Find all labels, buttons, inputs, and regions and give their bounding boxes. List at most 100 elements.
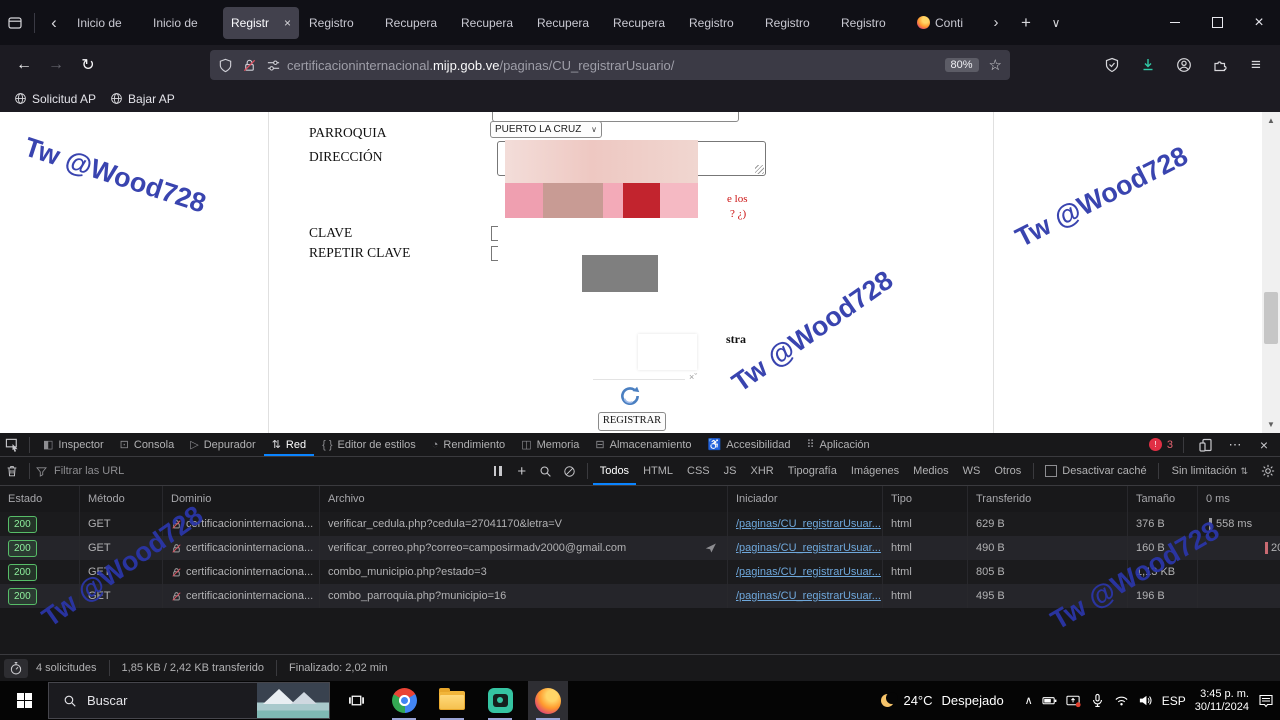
- tab-registro-2[interactable]: Registro: [681, 7, 757, 39]
- hamburger-menu-icon[interactable]: ≡: [1238, 51, 1274, 79]
- filter-pill-html[interactable]: HTML: [636, 458, 680, 485]
- filter-pill-js[interactable]: JS: [717, 458, 744, 485]
- column-header-tipo[interactable]: Tipo: [883, 486, 968, 512]
- tab-registro-1[interactable]: Registro: [301, 7, 377, 39]
- zoom-level-badge[interactable]: 80%: [945, 58, 979, 72]
- task-view-button[interactable]: [336, 681, 376, 720]
- start-button[interactable]: [0, 681, 48, 720]
- devtools-tab-editor-estilos[interactable]: { }Editor de estilos: [314, 433, 424, 456]
- devtools-tab-rendimiento[interactable]: ◔Rendimiento: [424, 433, 513, 456]
- initiator-link[interactable]: /paginas/CU_registrarUsuar...: [736, 518, 881, 530]
- network-request-row[interactable]: 200 GET certificacioninternaciona... ver…: [0, 512, 1280, 536]
- captcha-refresh-icon[interactable]: [618, 384, 642, 408]
- list-all-tabs-button[interactable]: ∨: [1041, 9, 1071, 37]
- language-indicator[interactable]: ESP: [1162, 694, 1186, 708]
- tab-registro-3[interactable]: Registro: [757, 7, 833, 39]
- taskbar-chrome-icon[interactable]: [384, 681, 424, 720]
- network-request-row[interactable]: 200 GET certificacioninternaciona... com…: [0, 584, 1280, 608]
- column-header-iniciador[interactable]: Iniciador: [728, 486, 883, 512]
- parroquia-select[interactable]: PUERTO LA CRUZ ∨: [490, 121, 602, 138]
- battery-icon[interactable]: [1042, 693, 1057, 708]
- tab-recupera-2[interactable]: Recupera: [453, 7, 529, 39]
- clave-input-clipped[interactable]: [491, 226, 498, 241]
- tab-conti[interactable]: Conti: [909, 7, 981, 39]
- tab-recupera-3[interactable]: Recupera: [529, 7, 605, 39]
- extensions-puzzle-icon[interactable]: [1202, 51, 1238, 79]
- bookmark-bajar-ap[interactable]: Bajar AP: [110, 92, 175, 106]
- devtools-close-icon[interactable]: ×: [1252, 433, 1276, 457]
- weather-temp[interactable]: 24°C: [903, 693, 932, 708]
- screen-share-icon[interactable]: [1066, 693, 1081, 708]
- devtools-tab-depurador[interactable]: ▷Depurador: [182, 433, 263, 456]
- devtools-tab-consola[interactable]: ⊡Consola: [112, 433, 183, 456]
- devtools-tab-red[interactable]: ⇅Red: [264, 433, 314, 456]
- repetir-clave-input-clipped[interactable]: [491, 246, 498, 261]
- search-requests-icon[interactable]: [534, 459, 558, 483]
- throttling-select[interactable]: Sin limitación ⇅: [1164, 465, 1256, 477]
- filter-pill-ws[interactable]: WS: [956, 458, 988, 485]
- column-header-tamano[interactable]: Tamaño: [1128, 486, 1198, 512]
- bookmark-star-icon[interactable]: ☆: [989, 56, 1002, 74]
- account-icon[interactable]: [1166, 51, 1202, 79]
- downloads-icon[interactable]: [1130, 51, 1166, 79]
- filter-pill-xhr[interactable]: XHR: [743, 458, 780, 485]
- devtools-tab-memoria[interactable]: ◫Memoria: [513, 433, 587, 456]
- devtools-menu-icon[interactable]: ⋯: [1223, 433, 1247, 457]
- back-button[interactable]: ←: [8, 50, 40, 80]
- volume-icon[interactable]: [1138, 693, 1153, 708]
- bookmark-solicitud-ap[interactable]: Solicitud AP: [14, 92, 96, 106]
- column-header-estado[interactable]: Estado: [0, 486, 80, 512]
- taskbar-capture-app-icon[interactable]: [480, 681, 520, 720]
- pick-element-icon[interactable]: [0, 433, 24, 457]
- tab-inicio-1[interactable]: Inicio de: [69, 7, 145, 39]
- network-settings-gear-icon[interactable]: [1256, 459, 1280, 483]
- filter-pill-otros[interactable]: Otros: [987, 458, 1028, 485]
- scrollbar-thumb[interactable]: [1264, 292, 1278, 344]
- wifi-icon[interactable]: [1114, 693, 1129, 708]
- initiator-link[interactable]: /paginas/CU_registrarUsuar...: [736, 566, 881, 578]
- tab-recupera-1[interactable]: Recupera: [377, 7, 453, 39]
- url-bar[interactable]: certificacioninternacional.mijp.gob.ve/p…: [210, 50, 1010, 80]
- tab-registrar-active[interactable]: Registr ×: [223, 7, 299, 39]
- taskbar-firefox-icon[interactable]: [528, 681, 568, 720]
- scroll-tabs-left-button[interactable]: ‹: [39, 9, 69, 37]
- devtools-tab-inspector[interactable]: ◧Inspector: [35, 433, 112, 456]
- tab-close-icon[interactable]: ×: [284, 16, 291, 30]
- maximize-button[interactable]: [1196, 7, 1238, 39]
- clear-requests-icon[interactable]: [0, 459, 24, 483]
- devtools-tab-almacenamiento[interactable]: ⊟Almacenamiento: [587, 433, 699, 456]
- forward-button[interactable]: →: [40, 50, 72, 80]
- page-scrollbar[interactable]: ▲ ▼: [1262, 112, 1280, 433]
- har-plus-icon[interactable]: +: [510, 459, 534, 483]
- column-header-transferido[interactable]: Transferido: [968, 486, 1128, 512]
- tray-chevron-up-icon[interactable]: ∧: [1025, 694, 1033, 707]
- filter-pill-css[interactable]: CSS: [680, 458, 717, 485]
- network-request-row[interactable]: 200 GET certificacioninternaciona... com…: [0, 560, 1280, 584]
- permissions-icon[interactable]: [266, 58, 281, 73]
- devtools-tab-aplicacion[interactable]: ⠿Aplicación: [798, 433, 877, 456]
- taskbar-explorer-icon[interactable]: [432, 681, 472, 720]
- initiator-link[interactable]: /paginas/CU_registrarUsuar...: [736, 590, 881, 602]
- microphone-icon[interactable]: [1090, 693, 1105, 708]
- new-tab-button[interactable]: +: [1011, 9, 1041, 37]
- notification-center-icon[interactable]: [1258, 693, 1274, 709]
- tab-registro-4[interactable]: Registro: [833, 7, 909, 39]
- filter-pill-todos[interactable]: Todos: [593, 458, 636, 485]
- column-header-dominio[interactable]: Dominio: [163, 486, 320, 512]
- tab-recupera-4[interactable]: Recupera: [605, 7, 681, 39]
- tab-inicio-2[interactable]: Inicio de: [145, 7, 221, 39]
- scroll-up-icon[interactable]: ▲: [1262, 116, 1280, 125]
- firefox-view-button[interactable]: [0, 9, 30, 37]
- devtools-tab-accesibilidad[interactable]: ♿Accesibilidad: [700, 433, 799, 456]
- block-requests-icon[interactable]: [558, 459, 582, 483]
- search-highlight-art[interactable]: [257, 683, 329, 718]
- filter-pill-tipografia[interactable]: Tipografía: [781, 458, 844, 485]
- taskbar-clock[interactable]: 3:45 p. m.30/11/2024: [1195, 688, 1249, 714]
- pause-traffic-icon[interactable]: [486, 459, 510, 483]
- tracking-shield-icon[interactable]: [218, 58, 233, 73]
- responsive-mode-icon[interactable]: [1194, 433, 1218, 457]
- close-button[interactable]: ×: [1238, 7, 1280, 39]
- taskbar-search[interactable]: Buscar: [48, 682, 330, 719]
- protections-shield-icon[interactable]: [1094, 51, 1130, 79]
- registrar-button[interactable]: REGISTRAR: [598, 412, 666, 431]
